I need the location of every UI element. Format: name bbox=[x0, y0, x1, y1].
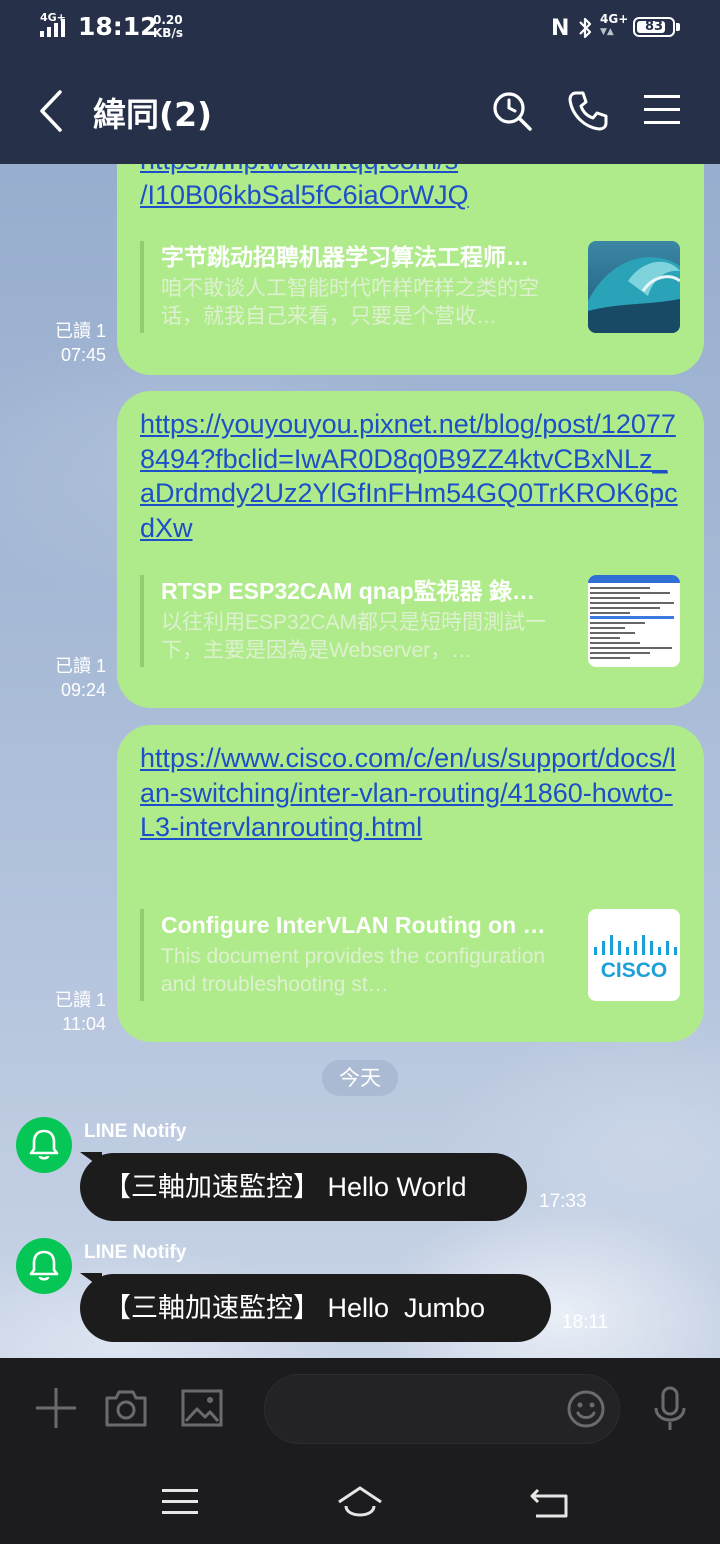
preview-title: Configure InterVLAN Routing on … bbox=[161, 912, 546, 938]
preview-title: RTSP ESP32CAM qnap監視器 錄… bbox=[161, 578, 536, 604]
network-type-right-label: 4G+ bbox=[600, 12, 629, 26]
read-status: 已讀 1 bbox=[54, 656, 106, 676]
avatar[interactable] bbox=[16, 1238, 72, 1294]
data-arrows-icon: ▼▲ bbox=[600, 27, 614, 37]
sender-name: LINE Notify bbox=[84, 1121, 187, 1142]
outgoing-message-bubble[interactable]: https://www.cisco.com/c/en/us/support/do… bbox=[117, 725, 704, 1042]
ocean-wave-thumbnail bbox=[588, 241, 680, 333]
phone-icon[interactable] bbox=[566, 89, 610, 133]
cisco-logo-text: CISCO bbox=[601, 959, 668, 982]
incoming-message-bubble[interactable]: 【三軸加速監控】 Hello World bbox=[80, 1153, 527, 1221]
back-icon[interactable] bbox=[530, 1486, 570, 1518]
sender-name: LINE Notify bbox=[84, 1242, 187, 1263]
emoji-icon[interactable] bbox=[566, 1389, 606, 1429]
recent-apps-icon[interactable] bbox=[162, 1486, 198, 1518]
back-arrow-icon[interactable] bbox=[30, 86, 74, 136]
chat-message-list[interactable]: https://mp.weixin.qq.com/s /I10B06kbSal5… bbox=[0, 164, 720, 1358]
avatar[interactable] bbox=[16, 1117, 72, 1173]
message-input-bar bbox=[0, 1358, 720, 1462]
system-navigation-bar bbox=[0, 1462, 720, 1544]
message-link[interactable]: https://www.cisco.com/c/en/us/support/do… bbox=[140, 741, 680, 845]
console-screenshot-thumbnail bbox=[588, 575, 680, 667]
preview-accent-bar bbox=[140, 241, 144, 333]
bluetooth-icon bbox=[579, 17, 592, 39]
bell-icon bbox=[29, 1129, 59, 1160]
network-speed-unit: KB/s bbox=[153, 26, 183, 40]
preview-description: 咱不敢谈人工智能时代咋样咋样之类的空话，就我自己来看，只要是个营收… bbox=[161, 277, 539, 328]
home-icon[interactable] bbox=[336, 1482, 384, 1522]
message-meta: 已讀 1 09:24 bbox=[40, 654, 106, 702]
cisco-logo-thumbnail: CISCO bbox=[588, 909, 680, 1001]
preview-description: This document provides the configuration… bbox=[161, 945, 546, 996]
message-link-line[interactable]: /I10B06kbSal5fC6iaOrWJQ bbox=[140, 178, 680, 213]
nfc-icon: N bbox=[551, 16, 570, 41]
network-speed: 0.20 KB/s bbox=[153, 14, 183, 40]
message-time: 17:33 bbox=[539, 1191, 587, 1212]
plus-icon[interactable] bbox=[34, 1386, 78, 1430]
image-icon[interactable] bbox=[180, 1388, 224, 1428]
chat-title[interactable]: 緯同(2) bbox=[93, 88, 212, 136]
read-status: 已讀 1 bbox=[54, 321, 106, 341]
message-link[interactable]: https://youyouyou.pixnet.net/blog/post/1… bbox=[140, 407, 680, 545]
signal-icon bbox=[40, 19, 65, 37]
message-meta: 已讀 1 07:45 bbox=[40, 319, 106, 367]
status-bar: 4G+ 18:12 0.20 KB/s N 4G+ ▼▲ 83 bbox=[0, 0, 720, 56]
battery-tip bbox=[676, 23, 680, 31]
message-time: 11:04 bbox=[62, 1014, 106, 1034]
link-preview-card[interactable]: 字节跳动招聘机器学习算法工程师… 咱不敢谈人工智能时代咋样咋样之类的空话，就我自… bbox=[140, 241, 680, 333]
read-status: 已讀 1 bbox=[54, 990, 106, 1010]
network-type-right: 4G+ ▼▲ bbox=[600, 13, 628, 39]
date-divider: 今天 bbox=[322, 1060, 398, 1096]
incoming-message-bubble[interactable]: 【三軸加速監控】 Hello Jumbo bbox=[80, 1274, 551, 1342]
camera-icon[interactable] bbox=[104, 1388, 148, 1428]
link-preview-card[interactable]: Configure InterVLAN Routing on … This do… bbox=[140, 909, 680, 1001]
bell-icon bbox=[29, 1250, 59, 1281]
battery-icon: 83 bbox=[633, 17, 675, 37]
preview-title: 字节跳动招聘机器学习算法工程师… bbox=[161, 244, 529, 270]
outgoing-message-bubble[interactable]: https://youyouyou.pixnet.net/blog/post/1… bbox=[117, 391, 704, 708]
preview-accent-bar bbox=[140, 909, 144, 1001]
chat-header: 緯同(2) bbox=[0, 56, 720, 164]
message-meta: 已讀 1 11:04 bbox=[40, 988, 106, 1036]
message-time: 18:11 bbox=[562, 1312, 609, 1333]
message-time: 07:45 bbox=[60, 345, 106, 365]
preview-accent-bar bbox=[140, 575, 144, 667]
menu-icon[interactable] bbox=[644, 93, 680, 127]
outgoing-message-bubble[interactable]: https://mp.weixin.qq.com/s /I10B06kbSal5… bbox=[117, 164, 704, 375]
preview-description: 以往利用ESP32CAM都只是短時間測試一下，主要是因為是Webserver，… bbox=[161, 611, 547, 662]
message-link-line[interactable]: https://mp.weixin.qq.com/s bbox=[140, 164, 680, 178]
message-time: 09:24 bbox=[60, 680, 106, 700]
search-icon[interactable] bbox=[490, 89, 534, 133]
link-preview-card[interactable]: RTSP ESP32CAM qnap監視器 錄… 以往利用ESP32CAM都只是… bbox=[140, 575, 680, 667]
battery-level: 83 bbox=[644, 19, 664, 34]
clock: 18:12 bbox=[78, 12, 158, 41]
microphone-icon[interactable] bbox=[652, 1386, 688, 1432]
message-link[interactable]: https://mp.weixin.qq.com/s /I10B06kbSal5… bbox=[140, 164, 680, 212]
